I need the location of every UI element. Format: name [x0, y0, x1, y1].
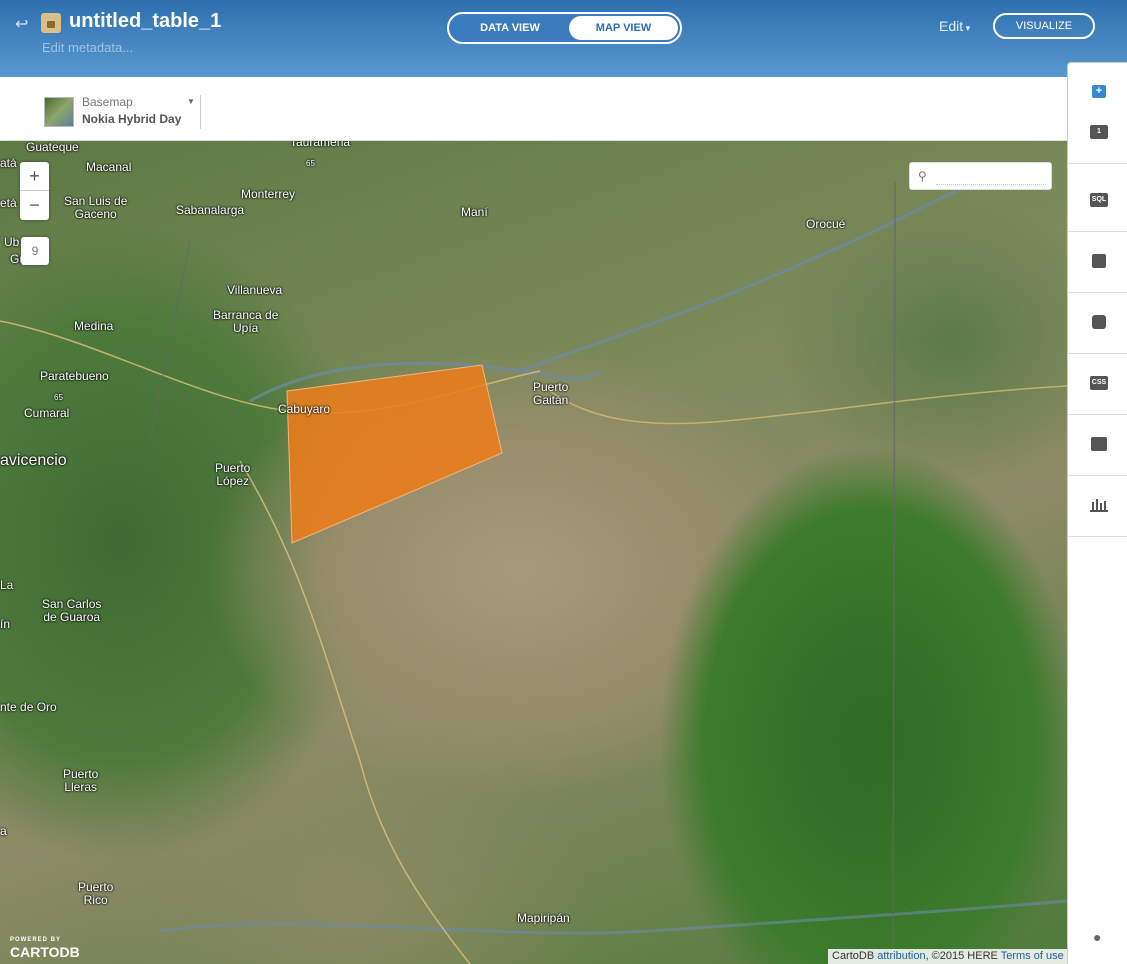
place-label: atá — [0, 156, 17, 170]
cartodb-logo[interactable]: POWERED BY CARTODB — [10, 934, 80, 960]
attribution-link[interactable]: attribution — [877, 950, 925, 962]
css-tool-button[interactable]: CSS — [1068, 354, 1127, 415]
css-icon: CSS — [1090, 376, 1108, 390]
place-label: Cabuyaro — [278, 402, 331, 416]
basemap-thumbnail[interactable] — [44, 97, 74, 127]
add-layer-button[interactable]: + — [1092, 85, 1106, 98]
place-label: Puerto Rico — [78, 881, 113, 907]
header-bar: ↩ untitled_table_1 Edit metadata... DATA… — [0, 0, 1127, 77]
basemap-name[interactable]: Nokia Hybrid Day — [82, 112, 181, 126]
road-shield: 65 — [54, 393, 63, 402]
road — [549, 385, 1067, 425]
search-icon: ⚲ — [918, 169, 927, 183]
table-title[interactable]: untitled_table_1 — [69, 10, 221, 33]
basemap-caret-icon[interactable]: ▼ — [187, 97, 195, 106]
boundary-line — [892, 180, 896, 964]
place-label: Barranca de Upía — [213, 309, 278, 335]
place-label: etá — [0, 196, 17, 210]
zoom-in-button[interactable]: + — [20, 162, 49, 191]
map-search-input[interactable] — [936, 167, 1046, 185]
place-label: La — [0, 578, 14, 592]
map-attribution: CartoDB attribution, ©2015 HERE Terms of… — [828, 949, 1067, 964]
road — [239, 460, 471, 964]
place-label: Ub — [4, 235, 20, 249]
right-tool-panel: + 1 SQL CSS ● — [1067, 62, 1127, 964]
zoom-level-indicator: 9 — [21, 237, 49, 265]
filters-bars — [1092, 499, 1106, 512]
map-canvas[interactable]: Guateque Macanal Tauramena 65 San Luis d… — [0, 141, 1067, 964]
place-label: nte de Oro — [0, 700, 57, 714]
place-label: Puerto Gaitán — [533, 381, 568, 407]
road-shield: 65 — [306, 159, 315, 168]
place-label: Maní — [461, 205, 488, 219]
logo-text: CARTODB — [10, 944, 80, 960]
lock-icon[interactable] — [41, 13, 61, 33]
place-label: Puerto Lleras — [63, 768, 98, 794]
boundary-line — [149, 240, 191, 442]
place-label: ín — [0, 617, 11, 631]
toolbar-divider — [200, 95, 201, 129]
infowindow-tool-button[interactable] — [1068, 293, 1127, 354]
place-label: Paratebueno — [40, 369, 109, 383]
place-label: Guateque — [26, 141, 79, 154]
place-label: avicencio — [0, 452, 67, 469]
legend-tool-button[interactable] — [1068, 415, 1127, 476]
filters-icon — [1090, 498, 1108, 512]
place-label: a — [0, 824, 7, 838]
terms-of-use-link[interactable]: Terms of use — [1001, 950, 1064, 962]
map-polygon-feature[interactable] — [286, 364, 503, 544]
river-guaviare — [159, 899, 1067, 935]
wizard-tool-button[interactable] — [1068, 232, 1127, 293]
place-label-text: Puerto Gaitán — [533, 380, 569, 407]
place-label: Macanal — [86, 160, 132, 174]
filters-tool-button[interactable] — [1068, 476, 1127, 537]
sql-tool-button[interactable]: SQL — [1068, 171, 1127, 232]
place-label: Mapiripán — [517, 911, 570, 925]
place-label-text: Puerto Lleras — [63, 767, 99, 794]
place-label-text: Puerto Rico — [78, 880, 114, 907]
back-arrow-icon[interactable]: ↩ — [15, 14, 28, 34]
zoom-out-button[interactable]: − — [20, 191, 49, 220]
place-label: Monterrey — [241, 187, 296, 201]
sql-icon: SQL — [1090, 193, 1108, 207]
place-label-text: Barranca de Upía — [213, 308, 279, 335]
layer-1-tab[interactable]: 1 — [1068, 103, 1127, 164]
place-label: Puerto López — [215, 462, 250, 488]
layer-number-icon: 1 — [1090, 125, 1108, 139]
place-label-text: San Carlos de Guaroa — [42, 597, 102, 624]
place-label-text: San Luis de Gaceno — [64, 194, 128, 221]
place-label: Cumaral — [24, 406, 70, 420]
wizard-brush-icon — [1092, 254, 1106, 268]
legend-icon — [1091, 437, 1107, 451]
place-label: San Carlos de Guaroa — [42, 598, 101, 624]
view-toggle: DATA VIEW MAP VIEW — [447, 12, 682, 44]
lightbulb-icon[interactable]: ● — [1093, 929, 1101, 945]
place-label-text: Puerto López — [215, 461, 251, 488]
tab-data-view[interactable]: DATA VIEW — [451, 16, 569, 40]
place-label: San Luis de Gaceno — [64, 195, 127, 221]
place-label: Medina — [74, 319, 114, 333]
tab-map-view[interactable]: MAP VIEW — [569, 16, 678, 40]
edit-dropdown[interactable]: Edit — [939, 18, 970, 34]
river-meta — [519, 169, 1001, 373]
zoom-control: + − — [20, 162, 49, 220]
map-toolbar: Basemap Nokia Hybrid Day ▼ — [0, 77, 1067, 141]
map-search-box: ⚲ — [909, 162, 1052, 190]
basemap-label[interactable]: Basemap — [82, 95, 133, 109]
place-label: Villanueva — [227, 283, 283, 297]
place-label: Sabanalarga — [176, 203, 245, 217]
place-label: Tauramena — [290, 141, 351, 149]
place-label: Orocué — [806, 217, 846, 231]
edit-metadata-link[interactable]: Edit metadata... — [42, 40, 133, 55]
infowindow-icon — [1092, 315, 1106, 329]
attribution-prefix: CartoDB — [832, 950, 875, 962]
map-overlay — [0, 169, 1067, 964]
visualize-button[interactable]: VISUALIZE — [993, 13, 1095, 39]
attribution-copyright: , ©2015 HERE — [925, 950, 998, 962]
